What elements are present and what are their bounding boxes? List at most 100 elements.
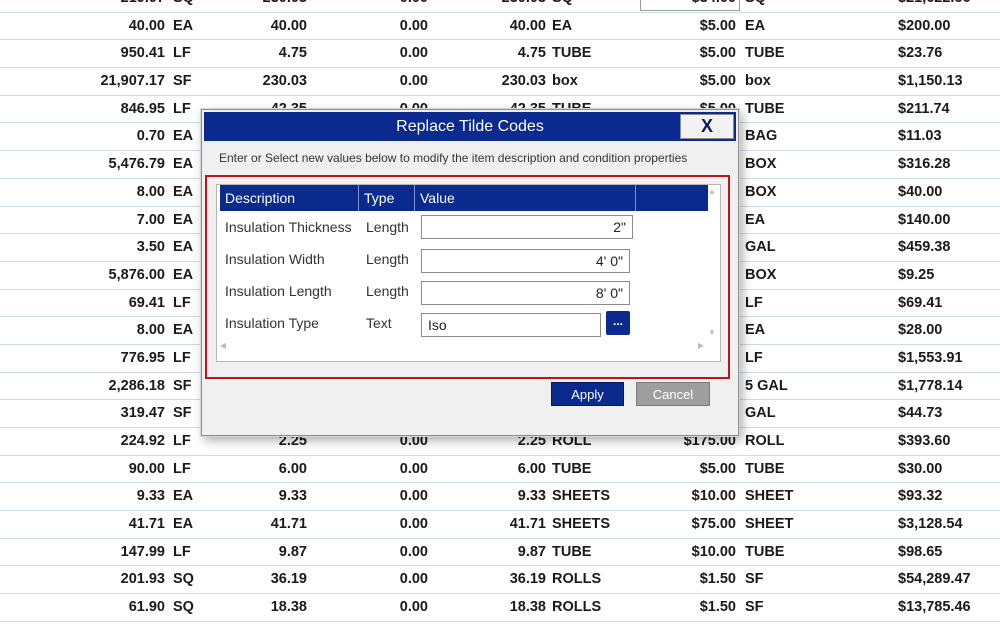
type-value-input[interactable]: Iso [421, 313, 601, 337]
waste-cell: 0.00 [399, 488, 428, 505]
unit-cell: LF [173, 433, 191, 449]
unit-cell: SF [173, 405, 192, 422]
horizontal-scrollbar[interactable]: ◀ ▶ [220, 341, 704, 351]
cost-cell: $459.38 [898, 239, 951, 256]
waste-cell: 0.00 [399, 73, 428, 90]
total-qty-cell: 40.00 [509, 17, 546, 34]
pkg-unit-cell: TUBE [552, 45, 592, 62]
order-qty-cell: 230.03 [262, 73, 307, 90]
price-cell: $5.00 [699, 460, 736, 477]
grid-row[interactable]: 219.07 SQ 230.03 0.00 230.03 SQ $34.00 SQ $21,62… [0, 0, 1000, 13]
qty-cell: 846.95 [120, 100, 165, 117]
replace-tilde-codes-dialog: Replace Tilde Codes X Enter or Select ne… [201, 109, 739, 436]
waste-cell: 0.00 [399, 599, 428, 616]
scroll-up-arrow-icon[interactable]: ▲ [708, 187, 716, 196]
vertical-scrollbar[interactable]: ▲ ▼ [707, 187, 717, 337]
waste-cell: 0.00 [400, 0, 428, 12]
price-unit-cell: EA [745, 17, 766, 34]
pkg-unit-cell: SQ [552, 0, 573, 12]
grid-row[interactable]: 950.41 LF 4.75 0.00 4.75 TUBE $5.00 TUBE $23.76 [0, 40, 1000, 69]
qty-cell: 40.00 [128, 17, 165, 34]
price-unit-cell: SHEET [745, 488, 794, 505]
pkg-unit-cell: EA [552, 17, 573, 34]
qty-cell: 776.95 [120, 349, 165, 366]
cancel-button[interactable]: Cancel [636, 382, 710, 406]
dialog-instructions: Enter or Select new values below to modi… [219, 151, 688, 165]
grid-row[interactable]: 21,907.17 SF 230.03 0.00 230.03 box $5.00 box $1… [0, 68, 1000, 96]
header-type: Type [359, 185, 415, 211]
browse-ellipsis-button[interactable]: ... [606, 311, 630, 335]
grid-row[interactable]: 201.93 SQ 36.19 0.00 36.19 ROLLS $1.50 SF $54,28… [0, 566, 1000, 595]
price-unit-cell: GAL [745, 239, 776, 256]
grid-row[interactable]: 90.00 LF 6.00 0.00 6.00 TUBE $5.00 TUBE $30.00 [0, 456, 1000, 484]
order-qty-cell: 230.03 [263, 0, 307, 12]
unit-cell: LF [173, 100, 191, 117]
qty-cell: 201.93 [120, 571, 165, 588]
cost-cell: $98.65 [898, 543, 943, 560]
price-unit-cell: SF [745, 599, 764, 616]
qty-cell: 2,286.18 [108, 377, 165, 394]
qty-cell: 0.70 [136, 128, 165, 145]
properties-table: Description Type Value Insulation Thickn… [216, 184, 721, 362]
total-qty-cell: 36.19 [509, 571, 546, 588]
width-value-input[interactable]: 4' 0" [421, 249, 630, 273]
scroll-left-arrow-icon[interactable]: ◀ [220, 341, 226, 350]
price-unit-cell: TUBE [745, 543, 785, 560]
qty-cell: 90.00 [128, 460, 165, 477]
cost-cell: $40.00 [898, 183, 943, 200]
cost-cell: $1,778.14 [898, 377, 963, 394]
total-qty-cell: 4.75 [517, 45, 546, 62]
table-row: Insulation Type Text Iso ... [220, 307, 708, 339]
qty-cell: 219.07 [121, 0, 165, 12]
price-cell: $34.00 [692, 0, 736, 12]
price-cell: $75.00 [691, 516, 736, 533]
thickness-value-input[interactable]: 2" [421, 215, 633, 239]
price-unit-cell: EA [745, 322, 766, 339]
grid-row[interactable]: 41.71 EA 41.71 0.00 41.71 SHEETS $75.00 SHEET $3… [0, 511, 1000, 539]
unit-cell: SQ [173, 599, 194, 616]
pkg-unit-cell: ROLLS [552, 599, 602, 616]
price-unit-cell: BOX [745, 266, 777, 283]
pkg-unit-cell: SHEETS [552, 516, 611, 533]
qty-cell: 224.92 [120, 433, 165, 449]
scroll-right-arrow-icon[interactable]: ▶ [698, 341, 704, 350]
unit-cell: SQ [173, 571, 194, 588]
close-button[interactable]: X [680, 114, 734, 139]
cost-cell: $393.60 [898, 433, 951, 449]
unit-cell: LF [173, 460, 191, 477]
price-unit-cell: SF [745, 571, 764, 588]
unit-cell: EA [173, 156, 194, 173]
unit-cell: EA [173, 211, 194, 228]
length-value-input[interactable]: 8' 0" [421, 281, 630, 305]
row-description: Insulation Type [225, 315, 319, 331]
pkg-unit-cell: TUBE [552, 460, 592, 477]
table-row: Insulation Thickness Length 2" [220, 211, 708, 243]
unit-cell: SF [173, 73, 192, 90]
qty-cell: 950.41 [120, 45, 165, 62]
qty-cell: 9.33 [136, 488, 165, 505]
price-unit-cell: TUBE [745, 100, 785, 117]
unit-cell: EA [173, 322, 194, 339]
table-row: Insulation Length Length 8' 0" [220, 275, 708, 307]
cost-cell: $69.41 [898, 294, 943, 311]
apply-button[interactable]: Apply [551, 382, 624, 406]
row-description: Insulation Width [225, 251, 325, 267]
qty-cell: 5,876.00 [108, 266, 165, 283]
grid-row[interactable]: 61.90 SQ 18.38 0.00 18.38 ROLLS $1.50 SF $13,785… [0, 594, 1000, 622]
scroll-down-arrow-icon[interactable]: ▼ [708, 328, 716, 337]
row-type: Text [366, 315, 392, 331]
waste-cell: 0.00 [399, 571, 428, 588]
order-qty-cell: 36.19 [270, 571, 307, 588]
unit-cell: LF [173, 45, 191, 62]
unit-cell: EA [173, 183, 194, 200]
qty-cell: 8.00 [136, 183, 165, 200]
grid-row[interactable]: 9.33 EA 9.33 0.00 9.33 SHEETS $10.00 SHEET $93.3… [0, 483, 1000, 512]
table-row: Insulation Width Length 4' 0" [220, 243, 708, 275]
cost-cell: $28.00 [898, 322, 943, 339]
grid-row[interactable]: 147.99 LF 9.87 0.00 9.87 TUBE $10.00 TUBE $98.65 [0, 539, 1000, 567]
row-description: Insulation Thickness [225, 219, 352, 235]
grid-row[interactable]: 40.00 EA 40.00 0.00 40.00 EA $5.00 EA $200.00 [0, 13, 1000, 41]
total-qty-cell: 6.00 [517, 460, 546, 477]
unit-cell: EA [173, 128, 194, 145]
price-cell: $1.50 [699, 571, 736, 588]
